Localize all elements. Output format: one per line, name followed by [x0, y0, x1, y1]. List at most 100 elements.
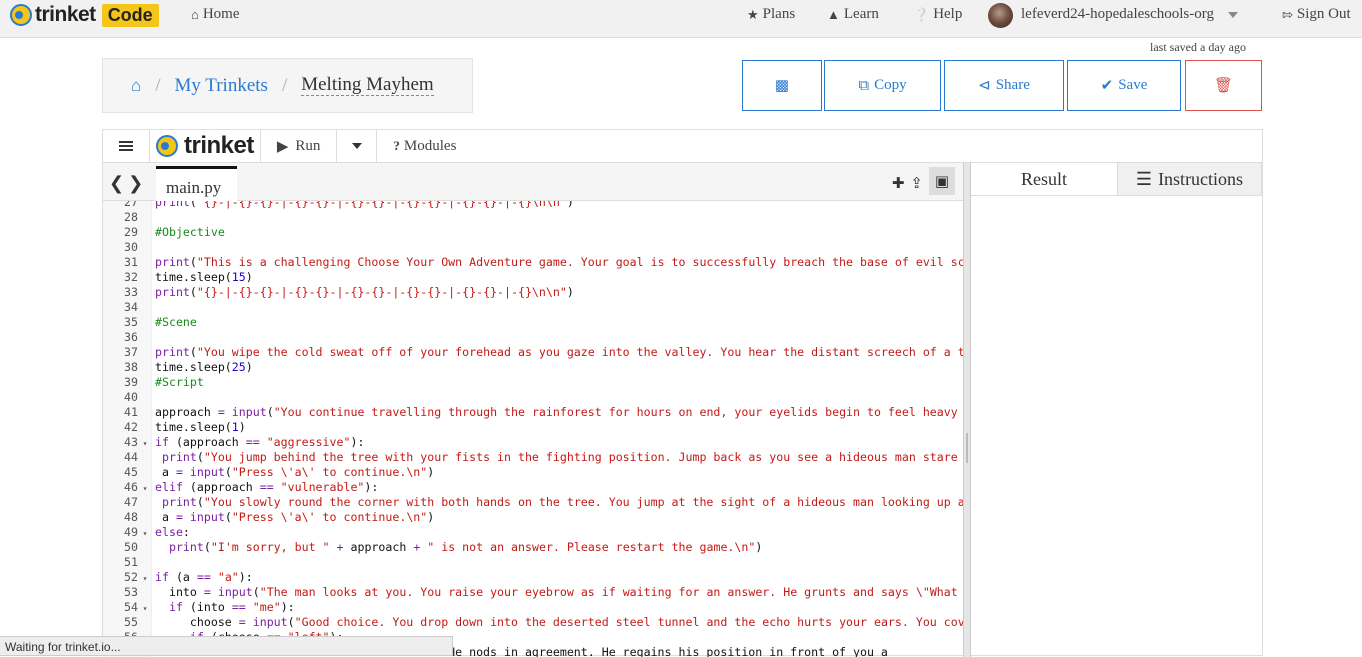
nav-home-link[interactable]: ⌂ Home	[191, 6, 239, 23]
code-line[interactable]: 38 time.sleep(25)	[103, 360, 963, 375]
run-options-dropdown[interactable]	[337, 130, 378, 162]
code-line[interactable]: 49 ▾ else:	[103, 525, 963, 540]
code-editor[interactable]: 27 print("{}-|-{}-{}-|-{}-{}-|-{}-{}-|-{}…	[103, 201, 963, 657]
code-line[interactable]: 27 print("{}-|-{}-{}-|-{}-{}-|-{}-{}-|-{}…	[103, 201, 963, 210]
code-text: print("This is a challenging Choose Your…	[155, 255, 963, 269]
nav-learn-label: Learn	[843, 6, 879, 22]
menu-button[interactable]	[103, 130, 150, 162]
code-text: time.sleep(25)	[155, 360, 253, 374]
breadcrumb-separator: /	[281, 74, 288, 96]
breadcrumb-separator: /	[155, 74, 161, 96]
code-line[interactable]: 31 print("This is a challenging Choose Yo…	[103, 255, 963, 270]
fold-arrow-icon[interactable]: ▾	[138, 526, 152, 541]
code-text: #Script	[155, 375, 204, 389]
code-line[interactable]: 41 approach = input("You continue travell…	[103, 405, 963, 420]
pane-splitter[interactable]	[963, 163, 971, 657]
modules-button[interactable]: ? Modules	[377, 130, 456, 162]
nav-plans-label: Plans	[762, 6, 796, 22]
copy-button[interactable]: ⧉ Copy	[824, 60, 941, 111]
folder-button[interactable]: ▩	[742, 60, 822, 111]
trinket-logo-icon	[10, 4, 32, 26]
run-button[interactable]: ▶ Run	[261, 130, 338, 162]
code-line[interactable]: 46 ▾ elif (approach == "vulnerable"):	[103, 480, 963, 495]
code-line[interactable]: 43 ▾ if (approach == "aggressive"):	[103, 435, 963, 450]
line-number: 35	[124, 315, 138, 329]
code-line[interactable]: 33 print("{}-|-{}-{}-|-{}-{}-|-{}-{}-|-{}…	[103, 285, 963, 300]
code-line[interactable]: 52 ▾ if (a == "a"):	[103, 570, 963, 585]
trash-icon: 🗑	[1213, 78, 1234, 94]
star-icon: ★	[747, 6, 759, 22]
tab-instructions[interactable]: ☰ Instructions	[1118, 163, 1262, 195]
line-number: 47	[124, 495, 138, 509]
line-number: 48	[124, 510, 138, 524]
code-line[interactable]: 54 ▾ if (into == "me"):	[103, 600, 963, 615]
image-library-icon[interactable]: ▣	[929, 167, 955, 195]
nav-help-link[interactable]: ❔ Help	[913, 6, 962, 23]
graduation-cap-icon: ▲	[827, 6, 840, 22]
code-line[interactable]: 45 a = input("Press \'a\' to continue.\n…	[103, 465, 963, 480]
file-tab-main[interactable]: main.py	[156, 166, 237, 201]
add-file-icon[interactable]: ✚	[892, 174, 905, 192]
code-line[interactable]: 40	[103, 390, 963, 405]
nav-signout-link[interactable]: ⇰ Sign Out	[1282, 6, 1351, 23]
brand-name: trinket	[35, 3, 96, 26]
nav-home-label: Home	[202, 6, 240, 22]
fold-arrow-icon[interactable]: ▾	[138, 571, 152, 586]
code-text: if (approach == "aggressive"):	[155, 435, 365, 449]
code-line[interactable]: 42 time.sleep(1)	[103, 420, 963, 435]
upload-icon[interactable]: ⇪	[910, 174, 923, 192]
user-avatar[interactable]	[988, 3, 1013, 28]
check-icon: ✔	[1100, 78, 1114, 94]
user-menu[interactable]: lefeverd24-hopedaleschools-org	[1021, 6, 1238, 23]
line-number: 45	[124, 465, 138, 479]
nav-plans-link[interactable]: ★ Plans	[747, 6, 795, 23]
code-text: a = input("Press \'a\' to continue.\n")	[155, 510, 435, 524]
question-circle-icon: ❔	[913, 6, 930, 22]
line-number: 27	[124, 201, 138, 209]
code-line[interactable]: 34	[103, 300, 963, 315]
code-line[interactable]: 48 a = input("Press \'a\' to continue.\n…	[103, 510, 963, 525]
code-line[interactable]: 35 #Scene	[103, 315, 963, 330]
file-actions: ✚ ⇪ ▣	[892, 167, 955, 195]
user-name: lefeverd24-hopedaleschools-org	[1021, 6, 1214, 22]
line-number: 39	[124, 375, 138, 389]
share-button[interactable]: ⊲ Share	[944, 60, 1064, 111]
code-line[interactable]: 32 time.sleep(15)	[103, 270, 963, 285]
code-text: time.sleep(1)	[155, 420, 246, 434]
fold-arrow-icon[interactable]: ▾	[138, 601, 152, 616]
share-icon: ⊲	[978, 78, 991, 94]
nav-learn-link[interactable]: ▲ Learn	[827, 6, 879, 23]
line-number: 43	[124, 435, 138, 449]
tab-result[interactable]: Result	[971, 163, 1118, 195]
save-label: Save	[1118, 77, 1148, 93]
line-number: 53	[124, 585, 138, 599]
home-icon[interactable]: ⌂	[131, 76, 141, 96]
delete-button[interactable]: 🗑	[1185, 60, 1262, 111]
trinket-logo[interactable]: trinket	[150, 130, 261, 162]
code-line[interactable]: 44 print("You jump behind the tree with …	[103, 450, 963, 465]
fold-arrow-icon[interactable]: ▾	[138, 436, 152, 451]
modules-label: Modules	[403, 137, 457, 154]
play-icon: ▶	[276, 138, 289, 155]
fold-arrow-icon[interactable]: ▾	[138, 481, 152, 496]
code-line[interactable]: 47 print("You slowly round the corner wi…	[103, 495, 963, 510]
trinket-code-logo[interactable]: trinket Code	[10, 2, 159, 28]
code-line[interactable]: 28	[103, 210, 963, 225]
breadcrumb-my-trinkets[interactable]: My Trinkets	[174, 75, 267, 97]
code-line[interactable]: 39 #Script	[103, 375, 963, 390]
code-line[interactable]: 29 #Objective	[103, 225, 963, 240]
trinket-title[interactable]: Melting Mayhem	[301, 75, 434, 96]
code-line[interactable]: 53 into = input("The man looks at you. Y…	[103, 585, 963, 600]
save-button[interactable]: ✔ Save	[1067, 60, 1181, 111]
share-label: Share	[995, 77, 1030, 93]
tab-scroll-arrows[interactable]: ❮❯	[109, 173, 147, 194]
code-line[interactable]: 37 print("You wipe the cold sweat off of …	[103, 345, 963, 360]
code-line[interactable]: 36	[103, 330, 963, 345]
code-line[interactable]: 55 choose = input("Good choice. You drop…	[103, 615, 963, 630]
trinket-editor: trinket ▶ Run ? Modules ❮❯ main.py ✚ ⇪ ▣…	[102, 129, 1263, 657]
code-line[interactable]: 50 print("I'm sorry, but " + approach + …	[103, 540, 963, 555]
code-line[interactable]: 30	[103, 240, 963, 255]
code-line[interactable]: 51	[103, 555, 963, 570]
copy-label: Copy	[874, 77, 907, 93]
top-navbar: trinket Code ⌂ Home ★ Plans ▲ Learn ❔ He…	[0, 0, 1362, 38]
